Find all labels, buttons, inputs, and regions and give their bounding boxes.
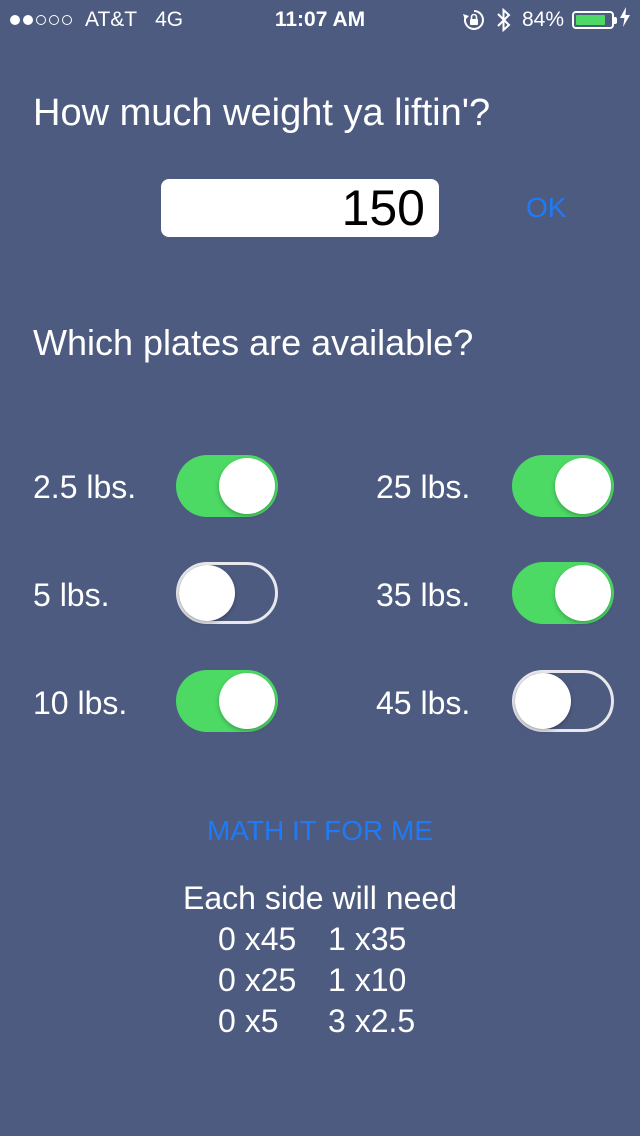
plate-toggle-45[interactable]: [512, 670, 614, 732]
result-count-10: 1 x10: [328, 962, 407, 998]
plate-label-5: 5 lbs.: [33, 577, 110, 613]
plate-toggle-5[interactable]: [176, 562, 278, 624]
math-it-button[interactable]: MATH IT FOR ME: [0, 815, 640, 847]
toggle-knob: [179, 565, 235, 621]
result-count-45: 0 x45: [218, 921, 297, 957]
plate-label-35: 35 lbs.: [376, 577, 471, 613]
plate-toggle-25[interactable]: [512, 455, 614, 517]
result-count-5: 0 x5: [218, 1003, 279, 1039]
battery-percentage: 84%: [521, 8, 564, 31]
plate-label-2-5: 2.5 lbs.: [33, 469, 137, 505]
weight-question: How much weight ya liftin'?: [33, 92, 491, 134]
result-count-35: 1 x35: [328, 921, 407, 957]
plate-toggle-10[interactable]: [176, 670, 278, 732]
weight-input[interactable]: [161, 179, 439, 237]
plate-label-10: 10 lbs.: [33, 685, 128, 721]
battery-icon: [572, 11, 617, 29]
ok-button[interactable]: OK: [526, 192, 566, 224]
plate-label-25: 25 lbs.: [376, 469, 471, 505]
bluetooth-icon: [496, 7, 512, 33]
plate-label-45: 45 lbs.: [376, 685, 471, 721]
rotation-lock-icon: [462, 8, 486, 32]
result-count-2-5: 3 x2.5: [328, 1003, 416, 1039]
plate-toggle-2-5[interactable]: [176, 455, 278, 517]
status-bar: AT&T 4G 11:07 AM 84%: [0, 0, 640, 40]
result-heading: Each side will need: [183, 880, 457, 916]
result-row: 0 x45 1 x35: [0, 919, 640, 960]
toggle-knob: [555, 458, 611, 514]
battery-level-fill: [576, 15, 605, 25]
toggle-knob: [219, 458, 275, 514]
result-row: 0 x5 3 x2.5: [0, 1001, 640, 1042]
battery-cap: [614, 17, 617, 24]
plates-question: Which plates are available?: [33, 322, 474, 363]
status-bar-right: 84%: [462, 7, 630, 33]
toggle-knob: [515, 673, 571, 729]
toggle-knob: [555, 565, 611, 621]
result-count-25: 0 x25: [218, 962, 297, 998]
result-panel: Each side will need 0 x45 1 x35 0 x25 1 …: [0, 878, 640, 1042]
charging-bolt-icon: [620, 7, 630, 33]
toggle-knob: [219, 673, 275, 729]
result-row: 0 x25 1 x10: [0, 960, 640, 1001]
plate-toggle-35[interactable]: [512, 562, 614, 624]
